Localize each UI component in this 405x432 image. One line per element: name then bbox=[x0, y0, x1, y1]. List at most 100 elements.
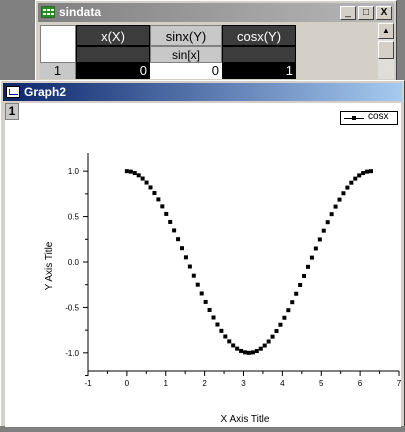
column-header-x[interactable]: x(X) bbox=[76, 25, 150, 46]
data-point bbox=[187, 264, 192, 269]
data-point bbox=[148, 185, 153, 190]
data-point bbox=[164, 211, 169, 216]
grid-corner[interactable] bbox=[40, 25, 76, 63]
legend-symbol bbox=[352, 116, 356, 120]
data-point bbox=[211, 315, 216, 320]
vertical-scrollbar[interactable]: ▲ bbox=[378, 23, 394, 79]
data-series-cosx bbox=[124, 169, 374, 355]
data-point bbox=[361, 171, 366, 176]
data-point bbox=[286, 308, 291, 313]
graph-page[interactable]: -1 0 1 2 3 4 5 6 7 1.0 0.5 0.0 -0.5 -1.0 X Axis Title… bbox=[5, 103, 402, 427]
scroll-up-button[interactable]: ▲ bbox=[378, 23, 394, 39]
data-point bbox=[290, 300, 295, 305]
column-header-cosx[interactable]: cosx(Y) bbox=[222, 25, 296, 46]
data-point bbox=[168, 219, 173, 224]
plot-area[interactable]: -1 0 1 2 3 4 5 6 7 1.0 0.5 0.0 -0.5 -1.0 X Axis Title… bbox=[5, 103, 402, 427]
y-tick-label: -1.0 bbox=[65, 349, 79, 358]
data-point bbox=[266, 339, 271, 344]
x-tick-label: 0 bbox=[125, 379, 130, 388]
close-button[interactable]: X bbox=[376, 6, 392, 20]
x-tick-label: 1 bbox=[164, 379, 169, 388]
cell-cosx[interactable]: 1 bbox=[222, 63, 296, 79]
graph-window[interactable]: Graph2 -1 0 1 2 3 4 5 6 7 1.0 0.5 0.0 -0.5 -1.0 X Axi… bbox=[0, 80, 405, 427]
data-point bbox=[306, 264, 311, 269]
y-axis-title[interactable]: Y Axis Title bbox=[44, 241, 55, 290]
y-tick-label: 0.0 bbox=[68, 258, 80, 267]
data-point bbox=[132, 171, 137, 176]
x-tick-label: 4 bbox=[280, 379, 285, 388]
data-point bbox=[349, 180, 354, 185]
data-point bbox=[278, 322, 283, 327]
data-point bbox=[176, 237, 181, 242]
y-tick-label: 0.5 bbox=[68, 213, 80, 222]
cell-sinx[interactable]: 0 bbox=[150, 63, 222, 79]
data-point bbox=[258, 346, 263, 351]
data-point bbox=[172, 228, 177, 233]
data-point bbox=[136, 173, 141, 178]
worksheet-icon bbox=[41, 6, 55, 18]
data-point bbox=[124, 169, 129, 174]
data-point bbox=[239, 348, 244, 353]
data-point bbox=[329, 212, 334, 217]
minimize-button[interactable]: _ bbox=[340, 6, 356, 20]
data-point bbox=[309, 255, 314, 260]
data-point bbox=[243, 350, 248, 355]
cell-x[interactable]: 0 bbox=[76, 63, 150, 79]
data-point bbox=[180, 246, 185, 251]
graph-icon bbox=[6, 86, 20, 98]
data-point bbox=[250, 350, 255, 355]
data-point bbox=[270, 334, 275, 339]
x-tick-label: 2 bbox=[202, 379, 207, 388]
legend-label: cosx bbox=[368, 111, 389, 122]
axes: -1 0 1 2 3 4 5 6 7 1.0 0.5 0.0 -0.5 -1.0 bbox=[65, 153, 402, 388]
data-point bbox=[246, 350, 251, 355]
data-point bbox=[333, 204, 338, 209]
x-tick-label: 5 bbox=[319, 379, 324, 388]
worksheet-title: sindata bbox=[59, 5, 102, 19]
data-point bbox=[231, 343, 236, 348]
data-point bbox=[191, 273, 196, 278]
legend[interactable]: cosx bbox=[340, 111, 398, 125]
data-point bbox=[341, 191, 346, 196]
layer-tab[interactable]: 1 bbox=[5, 103, 19, 120]
data-point bbox=[317, 237, 322, 242]
data-point bbox=[203, 299, 208, 304]
x-tick-label: -1 bbox=[84, 379, 92, 388]
x-tick-label: 3 bbox=[241, 379, 246, 388]
row-header[interactable]: 1 bbox=[40, 63, 76, 79]
data-point bbox=[152, 191, 157, 196]
graph-title-bar[interactable]: Graph2 bbox=[3, 83, 402, 101]
data-point bbox=[156, 197, 161, 202]
worksheet-grid[interactable]: x(X) sinx(Y) cosx(Y) sin[x] 1 0 0 1 bbox=[38, 23, 371, 81]
worksheet-window[interactable]: sindata _ □ X x(X) sinx(Y) cosx(Y) sin[x… bbox=[35, 0, 397, 82]
maximize-button[interactable]: □ bbox=[358, 6, 374, 20]
data-point bbox=[160, 204, 165, 209]
x-axis-title[interactable]: X Axis Title bbox=[221, 414, 270, 425]
x-tick-label: 7 bbox=[397, 379, 401, 388]
column-longname-sinx[interactable]: sin[x] bbox=[150, 46, 222, 63]
data-point bbox=[353, 176, 358, 181]
data-point bbox=[183, 255, 188, 260]
y-tick-label: -0.5 bbox=[65, 303, 79, 312]
data-point bbox=[274, 329, 279, 334]
worksheet-title-bar[interactable]: sindata _ □ X bbox=[38, 3, 394, 22]
scroll-thumb[interactable] bbox=[378, 41, 394, 59]
column-longname-cosx[interactable] bbox=[222, 46, 296, 63]
data-point bbox=[144, 180, 149, 185]
data-point bbox=[254, 349, 259, 354]
y-tick-label: 1.0 bbox=[68, 167, 80, 176]
column-longname-x[interactable] bbox=[76, 46, 150, 63]
data-point bbox=[235, 346, 240, 351]
data-point bbox=[321, 228, 326, 233]
data-point bbox=[227, 339, 232, 344]
data-point bbox=[195, 282, 200, 287]
data-point bbox=[337, 197, 342, 202]
column-header-sinx[interactable]: sinx(Y) bbox=[150, 25, 222, 46]
data-point bbox=[302, 273, 307, 278]
data-point bbox=[345, 185, 350, 190]
data-point bbox=[298, 282, 303, 287]
data-point bbox=[369, 169, 374, 174]
data-point bbox=[207, 307, 212, 312]
data-point bbox=[294, 291, 299, 296]
graph-title: Graph2 bbox=[24, 85, 67, 99]
